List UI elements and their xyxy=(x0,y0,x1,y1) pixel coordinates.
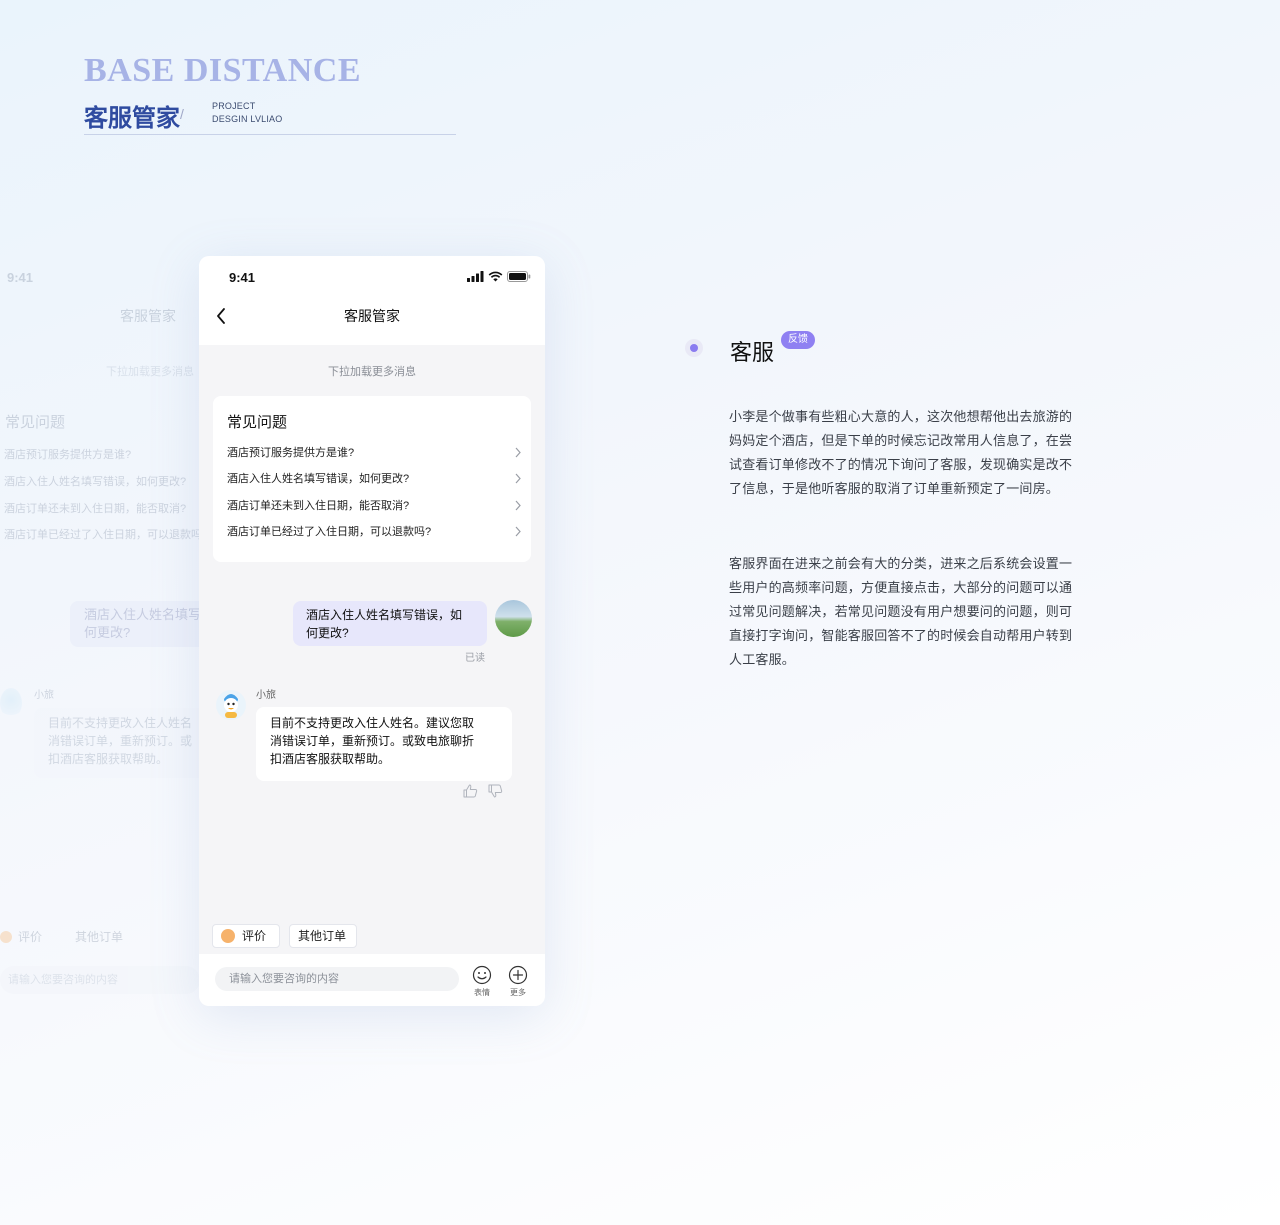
brand-divider xyxy=(84,134,456,135)
ghost-faq-item: 酒店预订服务提供方是谁? xyxy=(4,449,132,461)
ghost-input: 请输入您要咨询的内容 xyxy=(0,966,200,994)
faq-item-label: 酒店订单还未到入住日期，能否取消? xyxy=(227,500,410,512)
ghost-faq-title: 常见问题 xyxy=(5,414,66,431)
bot-avatar xyxy=(216,690,246,720)
more-label: 更多 xyxy=(510,988,526,997)
message-input[interactable] xyxy=(215,967,459,991)
faq-item[interactable]: 酒店订单已经过了入住日期，可以退款吗? xyxy=(227,521,521,543)
status-icons xyxy=(467,271,531,282)
thumbs-up-icon[interactable] xyxy=(463,784,478,798)
more-button[interactable]: 更多 xyxy=(506,965,530,998)
rate-button[interactable]: 评价 xyxy=(212,924,280,948)
emoji-button[interactable]: 表情 xyxy=(470,965,494,998)
feedback-badge: 反馈 xyxy=(781,331,815,349)
faq-title: 常见问题 xyxy=(227,414,288,431)
ghost-time: 9:41 xyxy=(7,270,34,285)
ghost-faq-item: 酒店入住人姓名填写错误，如何更改? xyxy=(4,476,187,488)
faq-item[interactable]: 酒店订单还未到入住日期，能否取消? xyxy=(227,495,521,517)
ghost-phone: 9:41 客服管家 下拉加载更多消息 常见问题 酒店预订服务提供方是谁? 酒店入… xyxy=(0,256,214,1016)
section-title: 客服 xyxy=(730,340,775,365)
faq-item[interactable]: 酒店预订服务提供方是谁? xyxy=(227,442,521,464)
brand-title-en: BASE DISTANCE xyxy=(84,52,362,89)
load-more-hint: 下拉加载更多消息 xyxy=(328,366,416,378)
smile-icon xyxy=(221,929,235,943)
user-avatar[interactable] xyxy=(495,600,532,637)
ghost-reply-line3: 扣酒店客服获取帮助。 xyxy=(48,752,169,766)
user-message-line2: 何更改? xyxy=(306,626,349,640)
description-paragraph: 小李是个做事有些粗心大意的人，这次他想帮他出去旅游的妈妈定个酒店，但是下单的时候… xyxy=(729,409,1073,496)
ghost-faq-item: 酒店订单已经过了入住日期，可以退款吗 xyxy=(4,529,202,541)
ghost-bubble-line2: 何更改? xyxy=(84,625,131,640)
faq-item-label: 酒店预订服务提供方是谁? xyxy=(227,447,355,459)
user-message-line1: 酒店入住人姓名填写错误，如 xyxy=(306,608,463,622)
ghost-hint: 下拉加载更多消息 xyxy=(106,366,194,378)
smile-icon xyxy=(472,965,492,985)
wifi-icon xyxy=(488,271,503,282)
signal-icon xyxy=(467,271,484,282)
page-title: 客服管家 xyxy=(344,308,400,324)
input-bar: 表情 更多 xyxy=(199,954,545,1006)
thumbs-down-icon[interactable] xyxy=(488,784,503,798)
chevron-right-icon xyxy=(515,473,521,484)
ghost-bot-name: 小旅 xyxy=(34,690,54,701)
read-status: 已读 xyxy=(465,653,485,664)
battery-icon xyxy=(507,271,531,282)
ghost-reply-line2: 消错误订单，重新预订。或 xyxy=(48,734,193,748)
brand-title-cn: 客服管家 xyxy=(84,105,180,132)
emoji-label: 表情 xyxy=(474,988,490,997)
top-bar: 9:41 客服管家 xyxy=(199,256,545,345)
ghost-reply-line1: 目前不支持更改入住人姓名 xyxy=(48,716,193,730)
bot-name: 小旅 xyxy=(256,690,276,701)
faq-item-label: 酒店订单已经过了入住日期，可以退款吗? xyxy=(227,526,432,538)
ghost-chip-other: 其他订单 xyxy=(75,930,124,944)
plus-circle-icon xyxy=(508,965,528,985)
ghost-bubble-line1: 酒店入住人姓名填写 xyxy=(84,607,202,622)
brand-subtitle-line1: PROJECT xyxy=(212,101,256,111)
ghost-faq-item: 酒店订单还未到入住日期，能否取消? xyxy=(4,503,187,515)
bot-message-line2: 消错误订单，重新预订。或致电旅聊折 xyxy=(270,734,475,748)
ghost-bot-avatar xyxy=(0,688,22,718)
faq-item-label: 酒店入住人姓名填写错误，如何更改? xyxy=(227,473,410,485)
other-orders-button[interactable]: 其他订单 xyxy=(289,924,357,948)
faq-item[interactable]: 酒店入住人姓名填写错误，如何更改? xyxy=(227,468,521,490)
bot-message-line1: 目前不支持更改入住人姓名。建议您取 xyxy=(270,716,475,730)
ghost-chip-rate: 评价 xyxy=(0,928,42,945)
brand-slash: / xyxy=(180,106,184,122)
bot-message-line3: 扣酒店客服获取帮助。 xyxy=(270,752,391,766)
ghost-title: 客服管家 xyxy=(120,308,176,324)
faq-card: 常见问题 酒店预订服务提供方是谁? 酒店入住人姓名填写错误，如何更改? 酒店订单… xyxy=(213,396,531,562)
ghost-chip-rate-label: 评价 xyxy=(18,930,43,944)
brand-subtitle-line2: DESGIN LVLIAO xyxy=(212,114,283,124)
chevron-right-icon xyxy=(515,500,521,511)
ghost-user-bubble: 酒店入住人姓名填写 何更改? xyxy=(70,601,210,647)
brand-subtitle: PROJECT DESGIN LVLIAO xyxy=(212,100,282,126)
bot-message-bubble: 目前不支持更改入住人姓名。建议您取 消错误订单，重新预订。或致电旅聊折 扣酒店客… xyxy=(256,707,512,781)
chevron-right-icon xyxy=(515,526,521,537)
rate-label: 评价 xyxy=(242,929,267,943)
section-marker xyxy=(685,339,703,357)
phone-screen: 9:41 客服管家 下拉加载更多消息 常见问题 酒店预订服务提供方是谁? 酒店入… xyxy=(199,256,545,1006)
chevron-right-icon xyxy=(515,447,521,458)
status-time: 9:41 xyxy=(229,270,256,285)
user-message-bubble: 酒店入住人姓名填写错误，如 何更改? xyxy=(293,601,487,646)
ghost-bot-bubble: 目前不支持更改入住人姓名 消错误订单，重新预订。或 扣酒店客服获取帮助。 xyxy=(34,708,214,778)
description-paragraph: 客服界面在进来之前会有大的分类，进来之后系统会设置一些用户的高频率问题，方便直接… xyxy=(729,556,1073,667)
